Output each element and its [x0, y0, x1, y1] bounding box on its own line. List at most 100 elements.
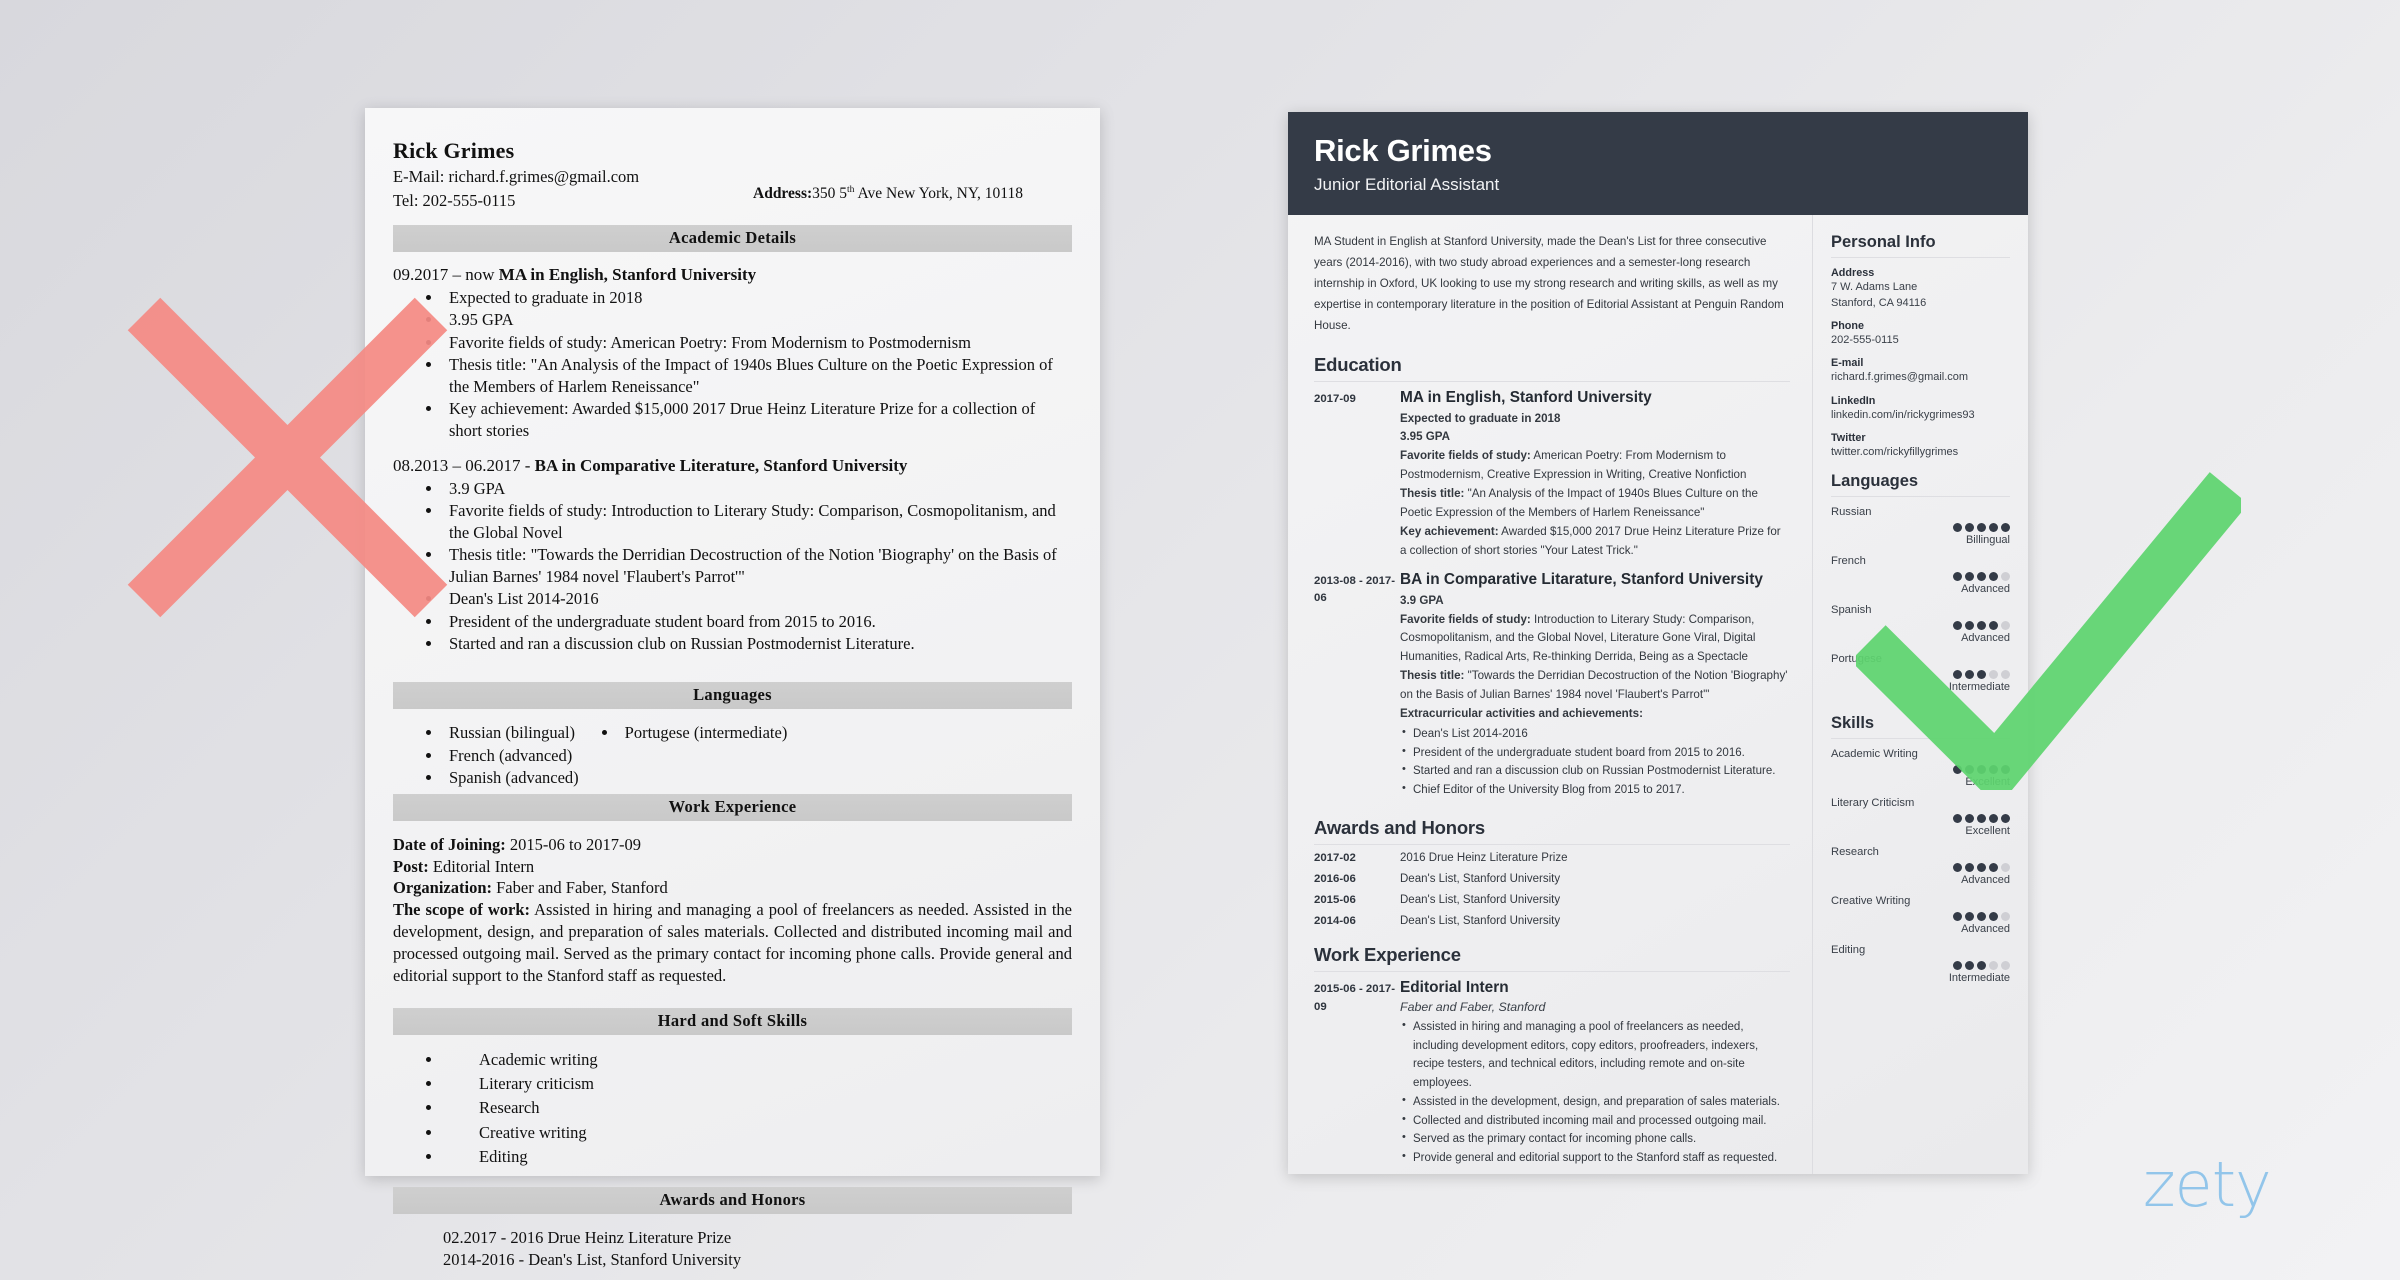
bad-work-scope-label: The scope of work: — [393, 900, 531, 920]
education-title: BA in Comparative Litarature, Stanford U… — [1400, 570, 1763, 588]
rating-item: Portugese Intermediate — [1831, 653, 2010, 693]
personal-info-value: 202-555-0115 — [1831, 334, 1899, 347]
languages-rating-list: Russian Billingual French Advanced Spanish Ad… — [1831, 506, 2010, 693]
list-item: 02.2017 - 2016 Drue Heinz Literature Pri… — [443, 1228, 732, 1248]
rating-dot-filled — [1953, 765, 1962, 775]
bad-work-post: Post: Editorial Intern — [393, 856, 1072, 878]
rating-item: Literary Criticism Excellent — [1831, 797, 2010, 837]
list-item: Assisted in hiring and managing a pool o… — [1400, 1017, 1790, 1093]
education-line-bold: Expected to graduate in 2018 — [1400, 411, 1561, 425]
rating-item: Research Advanced — [1831, 846, 2010, 886]
address-value-a: 350 5 — [812, 185, 848, 203]
bad-edu1-dates: 09.2017 – now — [393, 264, 499, 284]
award-text: Dean's List, Stanford University — [1400, 893, 1561, 906]
rating-dots — [1831, 912, 2010, 922]
rating-dot-empty — [2001, 572, 2010, 582]
personal-info-label: LinkedIn — [1831, 394, 1876, 407]
rating-dot-filled — [1953, 961, 1962, 971]
bad-languages-columns: Russian (bilingual) French (advanced) Sp… — [393, 722, 1072, 789]
rating-dot-filled — [1989, 863, 1998, 873]
bad-resume-contact-row: E-Mail: richard.f.grimes@gmail.com Tel: … — [393, 164, 1072, 212]
bad-work-date-value: 2015-06 to 2017-09 — [505, 834, 641, 854]
bad-resume-address: Address:350 5th Ave New York, NY, 10118 — [753, 164, 1023, 212]
education-line-bold: 3.9 GPA — [1400, 593, 1444, 607]
list-item: Editing — [443, 1145, 1072, 1169]
skills-rating-list: Academic Writing Excellent Literary Critic… — [1831, 748, 2010, 984]
bad-work-post-value: Editorial Intern — [428, 856, 535, 876]
rating-dot-filled — [1953, 814, 1962, 824]
good-resume-job-title: Junior Editorial Assistant — [1314, 174, 1500, 194]
bad-edu1-heading: 09.2017 – now MA in English, Stanford Un… — [393, 265, 1072, 285]
education-line-bold: Key achievement: — [1400, 524, 1499, 538]
list-item: Provide general and editorial support to… — [1400, 1148, 1790, 1168]
rating-item: Spanish Advanced — [1831, 604, 2010, 644]
address-value-b: Ave New York, NY, 10118 — [854, 185, 1024, 203]
good-resume-summary: MA Student in English at Stanford Univer… — [1314, 234, 1784, 333]
good-section-awards: Awards and Honors — [1314, 816, 1486, 838]
good-section-education: Education — [1314, 353, 1402, 375]
list-item: Started and ran a discussion club on Rus… — [443, 633, 1072, 654]
education-date: 2013-08 - 2017-06 — [1314, 574, 1396, 605]
section-divider — [1831, 496, 2010, 498]
personal-info-field: LinkedIn linkedin.com/in/rickygrimes93 — [1831, 395, 2010, 423]
list-item: Creative writing — [443, 1121, 1072, 1145]
sidebar-section-skills: Skills — [1831, 714, 1875, 733]
personal-info-value[interactable]: twitter.com/rickyfillygrimes — [1831, 444, 2010, 460]
education-line-bold: Favorite fields of study: — [1400, 449, 1531, 463]
rating-dot-filled — [1989, 912, 1998, 922]
rating-dot-filled — [1965, 814, 1974, 824]
list-item: Assisted in the development, design, and… — [1400, 1092, 1790, 1112]
rating-dot-filled — [1953, 572, 1962, 582]
list-item: Favorite fields of study: American Poetr… — [443, 332, 1072, 353]
rating-dot-filled — [1953, 523, 1962, 533]
list-item: Research — [443, 1096, 1072, 1120]
rating-dot-filled — [1953, 670, 1962, 680]
bad-edu2-bullets: 3.9 GPA Favorite fields of study: Introd… — [443, 478, 1072, 655]
award-date: 2016-06 — [1314, 872, 1356, 885]
rating-dot-filled — [1977, 814, 1986, 824]
personal-info-label: E-mail — [1831, 357, 1864, 370]
bad-languages-col1: Russian (bilingual) French (advanced) Sp… — [443, 722, 579, 789]
good-resume-main-column: MA Student in English at Stanford Univer… — [1288, 215, 1812, 1174]
rating-dot-filled — [1977, 961, 1986, 971]
education-line: 3.9 GPA — [1400, 592, 1790, 611]
rating-dot-filled — [1953, 912, 1962, 922]
personal-info-value: richard.f.grimes@gmail.com — [1831, 371, 1969, 384]
good-resume-name: Rick Grimes — [1314, 133, 1492, 168]
rating-label: Portugese — [1831, 653, 1882, 666]
bad-work-post-label: Post: — [393, 856, 429, 876]
section-divider — [1831, 256, 2010, 258]
good-resume-document: Rick Grimes Junior Editorial Assistant M… — [1288, 112, 2028, 1174]
bad-edu2-dates: 08.2013 – 06.2017 - — [393, 455, 535, 475]
bad-work-date-label: Date of Joining: — [393, 834, 506, 854]
rating-label: Literary Criticism — [1831, 797, 1915, 810]
award-row: 2016-06 Dean's List, Stanford University — [1314, 873, 1790, 885]
section-divider — [1314, 970, 1790, 972]
rating-dot-filled — [2001, 765, 2010, 775]
personal-info-value: Stanford, CA 94116 — [1831, 296, 1927, 309]
list-item: Russian (bilingual) — [443, 722, 579, 743]
rating-dot-filled — [1953, 863, 1962, 873]
education-line: Favorite fields of study: Introduction t… — [1400, 611, 1790, 668]
personal-info-field: Twitter twitter.com/rickyfillygrimes — [1831, 432, 2010, 460]
list-item: Thesis title: "Towards the Derridian Dec… — [443, 544, 1072, 587]
personal-info-value[interactable]: linkedin.com/in/rickygrimes93 — [1831, 407, 2010, 423]
bad-languages-col2: Portugese (intermediate) — [619, 722, 788, 789]
bad-awards-list: 02.2017 - 2016 Drue Heinz Literature Pri… — [393, 1227, 1072, 1272]
list-item: Served as the primary contact for incomi… — [1400, 1129, 1790, 1149]
rating-dot-filled — [1989, 621, 1998, 631]
award-row: 2015-06 Dean's List, Stanford University — [1314, 894, 1790, 906]
rating-dots — [1831, 765, 2010, 775]
work-title: Editorial Intern — [1400, 978, 1509, 996]
rating-dots — [1831, 670, 2010, 680]
list-item: Dean's List 2014-2016 — [1400, 724, 1790, 744]
personal-info-field: E-mail richard.f.grimes@gmail.com — [1831, 357, 2010, 385]
work-bullets: Assisted in hiring and managing a pool o… — [1400, 1017, 1790, 1168]
rating-dot-filled — [1989, 765, 1998, 775]
rating-level: Advanced — [1961, 632, 2010, 645]
list-item: Collected and distributed incoming mail … — [1400, 1111, 1790, 1131]
education-line-bold: Extracurricular activities and achieveme… — [1400, 707, 1643, 721]
education-line: Key achievement: Awarded $15,000 2017 Dr… — [1400, 523, 1790, 561]
personal-info-value: 7 W. Adams Lane — [1831, 280, 1918, 293]
rating-dots — [1831, 621, 2010, 631]
